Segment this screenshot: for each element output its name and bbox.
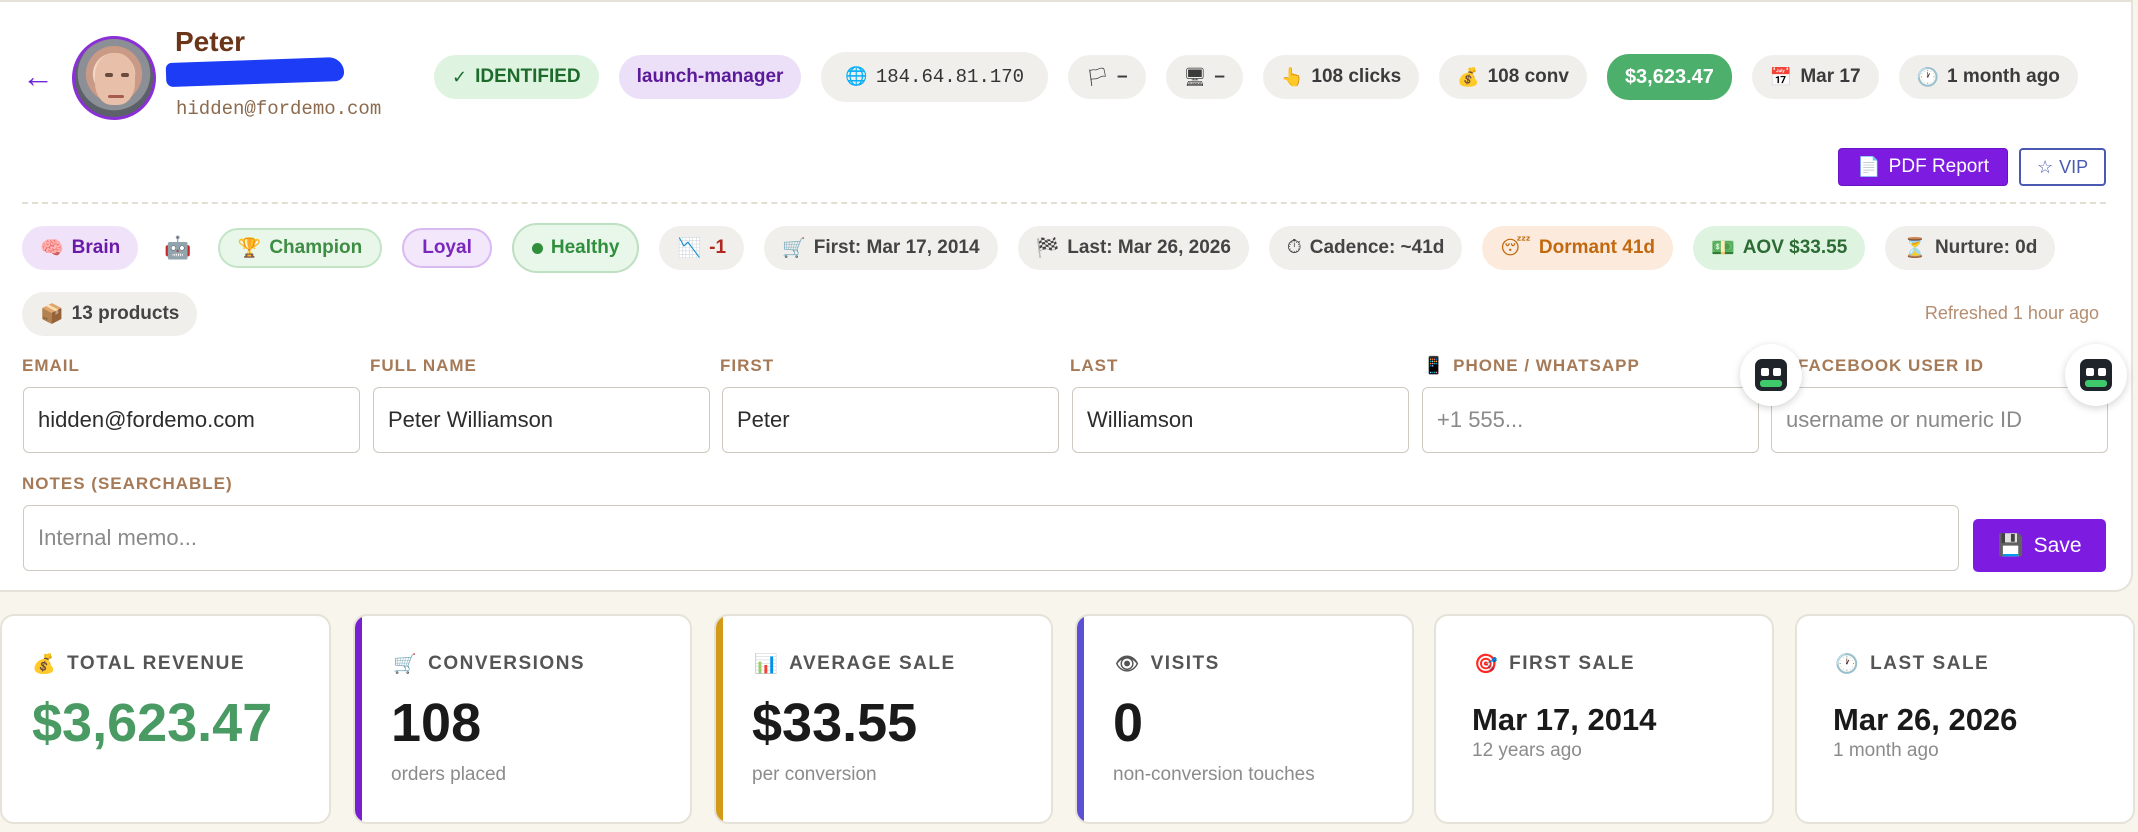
eye-icon: 👁 [1115, 654, 1141, 675]
redaction-mark [165, 56, 345, 88]
facebook-id-label: FACEBOOK USER ID [1798, 356, 1985, 375]
date-badge: 📅 Mar 17 [1751, 55, 1879, 99]
stat-value: 0 [1113, 693, 1144, 753]
check-icon: ✓ [452, 66, 468, 87]
assistant-bot-icon[interactable] [1740, 344, 1802, 406]
chart-down-icon: 📉 [677, 238, 702, 259]
contact-name: Peter [175, 26, 246, 57]
stat-card-average-sale: 📊 AVERAGE SALE $33.55 per conversion [714, 614, 1053, 824]
revenue-badge: $3,623.47 [1606, 54, 1732, 100]
email-field[interactable] [23, 387, 360, 453]
divider [22, 202, 2106, 204]
phone-label: 📱 PHONE / WHATSAPP [1423, 356, 1640, 375]
stat-value: $33.55 [752, 693, 918, 753]
conversions-badge: 💰 108 conv [1439, 55, 1587, 99]
back-arrow-icon[interactable]: ← [22, 60, 54, 92]
fullname-label: FULL NAME [370, 356, 477, 375]
stat-subtext: orders placed [391, 764, 507, 785]
champion-tag: 🏆 Champion [217, 228, 383, 268]
stat-value: $3,623.47 [32, 693, 273, 753]
aov-tag: 💵 AOV $33.55 [1693, 226, 1866, 270]
trend-tag: 📉 -1 [659, 226, 745, 270]
phone-field[interactable] [1422, 387, 1759, 453]
facebook-id-field[interactable] [1771, 387, 2108, 453]
stat-subtext: per conversion [752, 764, 877, 785]
health-tag: Healthy [511, 223, 640, 273]
star-icon: ☆ [2037, 156, 2054, 177]
stat-card-conversions: 🛒 CONVERSIONS 108 orders placed [353, 614, 692, 824]
vip-button[interactable]: ☆ VIP [2019, 148, 2107, 186]
cart-icon: 🛒 [782, 238, 806, 259]
flag-icon: 🏳 [1086, 66, 1109, 87]
target-icon: 🎯 [1474, 654, 1500, 675]
last-name-field[interactable] [1072, 387, 1409, 453]
stat-subtext: non-conversion touches [1113, 764, 1315, 785]
contact-email: hidden@fordemo.com [176, 98, 382, 120]
notes-label: NOTES (SEARCHABLE) [22, 474, 233, 493]
floppy-disk-icon: 💾 [1997, 533, 2024, 557]
top-chip-row: ✓ IDENTIFIED launch-manager 🌐 184.64.81.17… [434, 52, 2078, 102]
clock-icon: 🕐 [1916, 66, 1939, 87]
sleeping-face-icon: 😴 [1500, 237, 1531, 259]
role-badge: launch-manager [618, 55, 802, 99]
money-bag-icon: 💰 [32, 654, 58, 675]
calendar-icon: 📅 [1769, 66, 1793, 87]
cadence-tag: ⏱ Cadence: ~41d [1268, 226, 1463, 270]
status-dot-icon [531, 242, 543, 254]
stat-subtext: 12 years ago [1472, 740, 1582, 761]
pdf-report-button[interactable]: 📄 PDF Report [1838, 148, 2008, 186]
ai-bot-icon[interactable]: 🤖 [158, 226, 197, 270]
loyal-tag: Loyal [402, 228, 492, 268]
stat-subtext: 1 month ago [1833, 740, 1939, 761]
phone-icon: 📱 [1423, 356, 1446, 375]
last-seen-badge: 🕐 1 month ago [1898, 55, 2078, 99]
email-label: EMAIL [22, 356, 80, 375]
last-purchase-tag: 🏁 Last: Mar 26, 2026 [1017, 226, 1249, 270]
first-purchase-tag: 🛒 First: Mar 17, 2014 [764, 226, 998, 270]
nurture-tag: ⏳ Nurture: 0d [1885, 226, 2056, 270]
stat-card-last-sale: 🕐 LAST SALE Mar 26, 2026 1 month ago [1795, 614, 2135, 824]
avatar [72, 36, 156, 120]
stat-value: 108 [391, 693, 482, 753]
country-badge: 🏳 – [1068, 55, 1146, 99]
ip-badge: 🌐 184.64.81.170 [821, 52, 1049, 102]
hourglass-icon: ⏳ [1903, 238, 1927, 259]
first-name-label: FIRST [720, 356, 775, 375]
trophy-icon: 🏆 [237, 238, 262, 259]
tag-row: 🧠 Brain 🤖 🏆 Champion Loyal Healthy 📉 -1 🛒 Fi… [22, 223, 2056, 273]
finish-flag-icon: 🏁 [1035, 238, 1060, 259]
cart-icon: 🛒 [393, 654, 419, 675]
package-icon: 📦 [40, 304, 64, 325]
money-bag-icon: 💰 [1457, 66, 1480, 87]
dormant-tag: 😴 Dormant 41d [1482, 226, 1674, 270]
fullname-field[interactable] [373, 387, 710, 453]
stat-value: Mar 17, 2014 [1472, 702, 1657, 737]
assistant-bot-icon-secondary[interactable] [2065, 344, 2127, 406]
refreshed-status: Refreshed 1 hour ago [1924, 303, 2099, 323]
stopwatch-icon: ⏱ [1286, 237, 1302, 258]
bar-chart-icon: 📊 [754, 654, 780, 675]
cash-icon: 💵 [1711, 238, 1735, 259]
globe-icon: 🌐 [845, 68, 868, 88]
identified-badge: ✓ IDENTIFIED [434, 55, 599, 99]
document-icon: 📄 [1857, 157, 1881, 178]
stat-value: Mar 26, 2026 [1833, 702, 2018, 737]
stat-card-total-revenue: 💰 TOTAL REVENUE $3,623.47 [0, 614, 331, 824]
last-name-label: LAST [1070, 356, 1119, 375]
pointer-icon: 👆 [1280, 66, 1304, 87]
stat-card-first-sale: 🎯 FIRST SALE Mar 17, 2014 12 years ago [1434, 614, 1774, 824]
first-name-field[interactable] [722, 387, 1059, 453]
notes-field[interactable] [23, 505, 1959, 571]
monitor-icon: 🖥 [1183, 66, 1207, 87]
contact-header-panel: ← Peter hidden@fordemo.com ✓ IDENTIFIED l… [0, 0, 2133, 592]
save-button[interactable]: 💾 Save [1973, 519, 2106, 572]
device-badge: 🖥 – [1165, 55, 1243, 99]
clicks-badge: 👆 108 clicks [1262, 55, 1420, 99]
brain-icon: 🧠 [40, 238, 64, 259]
products-tag: 📦 13 products [22, 292, 198, 336]
brain-tag[interactable]: 🧠 Brain [22, 226, 139, 270]
stat-card-visits: 👁 VISITS 0 non-conversion touches [1075, 614, 1414, 824]
clock-icon: 🕐 [1835, 654, 1861, 675]
